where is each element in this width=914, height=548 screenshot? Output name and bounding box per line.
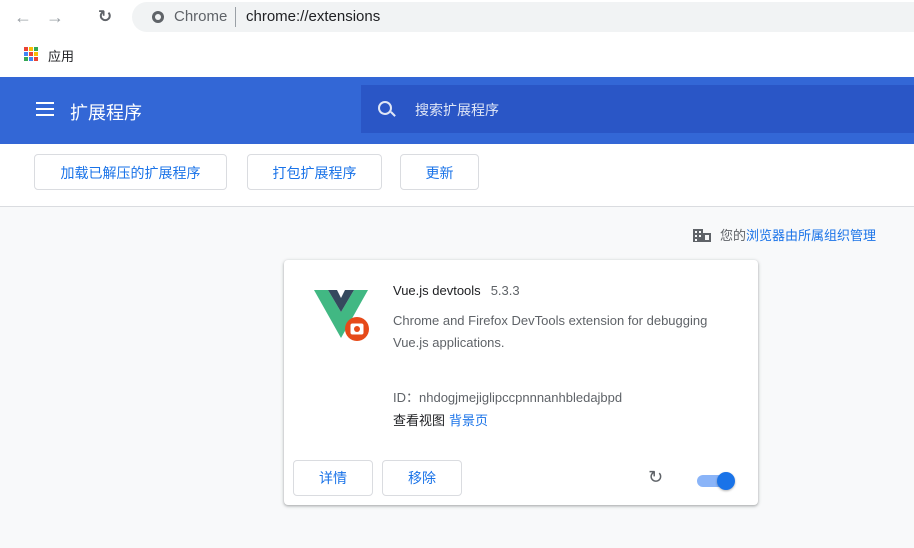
url-text[interactable]: chrome://extensions [246, 8, 380, 25]
developer-toolbar: 加载已解压的扩展程序 打包扩展程序 更新 [0, 144, 914, 207]
toggle-knob [717, 472, 735, 490]
extensions-content: 您的浏览器由所属组织管理 Vue.js devtools 5.3.3 Chrome… [0, 207, 914, 548]
details-button[interactable]: 详情 [293, 460, 373, 496]
background-page-link[interactable]: 背景页 [449, 413, 488, 428]
url-separator [235, 7, 236, 27]
extension-name: Vue.js devtools [393, 283, 481, 298]
forward-arrow-icon[interactable]: → [44, 6, 66, 28]
vue-devtools-logo-icon [312, 286, 370, 344]
hamburger-menu-icon[interactable] [36, 102, 54, 116]
extensions-header: 扩展程序 搜索扩展程序 [0, 77, 914, 144]
extension-id-label: ID： [393, 390, 420, 405]
extension-title: Vue.js devtools 5.3.3 [393, 283, 520, 298]
bookmarks-bar: 应用 [0, 36, 914, 74]
search-icon [378, 101, 392, 115]
reload-icon[interactable]: ↻ [94, 6, 116, 28]
building-icon [692, 228, 712, 243]
inspect-views-row: 查看视图 背景页 [393, 410, 488, 429]
chrome-site-icon [152, 11, 164, 23]
apps-grid-icon[interactable] [24, 47, 38, 61]
extension-id: nhdogjmejiglipccpnnnanhbledajbpd [419, 390, 623, 405]
managed-prefix: 您的 [719, 228, 746, 243]
extension-version: 5.3.3 [490, 283, 520, 298]
site-name: Chrome [174, 8, 228, 25]
enable-toggle[interactable] [697, 472, 735, 490]
search-placeholder: 搜索扩展程序 [415, 102, 499, 118]
load-unpacked-button[interactable]: 加载已解压的扩展程序 [34, 154, 227, 190]
pack-extension-button[interactable]: 打包扩展程序 [247, 154, 382, 190]
inspect-views-label: 查看视图 [393, 413, 446, 428]
back-arrow-icon[interactable]: ← [12, 6, 34, 28]
address-bar[interactable]: Chrome chrome://extensions [132, 2, 914, 32]
apps-bookmark-label[interactable]: 应用 [48, 46, 74, 65]
update-button[interactable]: 更新 [400, 154, 479, 190]
page-title: 扩展程序 [70, 103, 142, 123]
extension-card: Vue.js devtools 5.3.3 Chrome and Firefox … [284, 260, 758, 505]
managed-link[interactable]: 浏览器由所属组织管理 [746, 228, 876, 243]
managed-notice: 您的浏览器由所属组织管理 [692, 225, 876, 244]
search-input[interactable]: 搜索扩展程序 [361, 85, 914, 133]
extension-id-row: ID：nhdogjmejiglipccpnnnanhbledajbpd [393, 387, 622, 406]
extension-description: Chrome and Firefox DevTools extension fo… [393, 313, 708, 350]
remove-button[interactable]: 移除 [382, 460, 462, 496]
browser-toolbar: ← → ↻ Chrome chrome://extensions [0, 0, 914, 36]
reload-extension-icon[interactable]: ↻ [648, 467, 663, 488]
